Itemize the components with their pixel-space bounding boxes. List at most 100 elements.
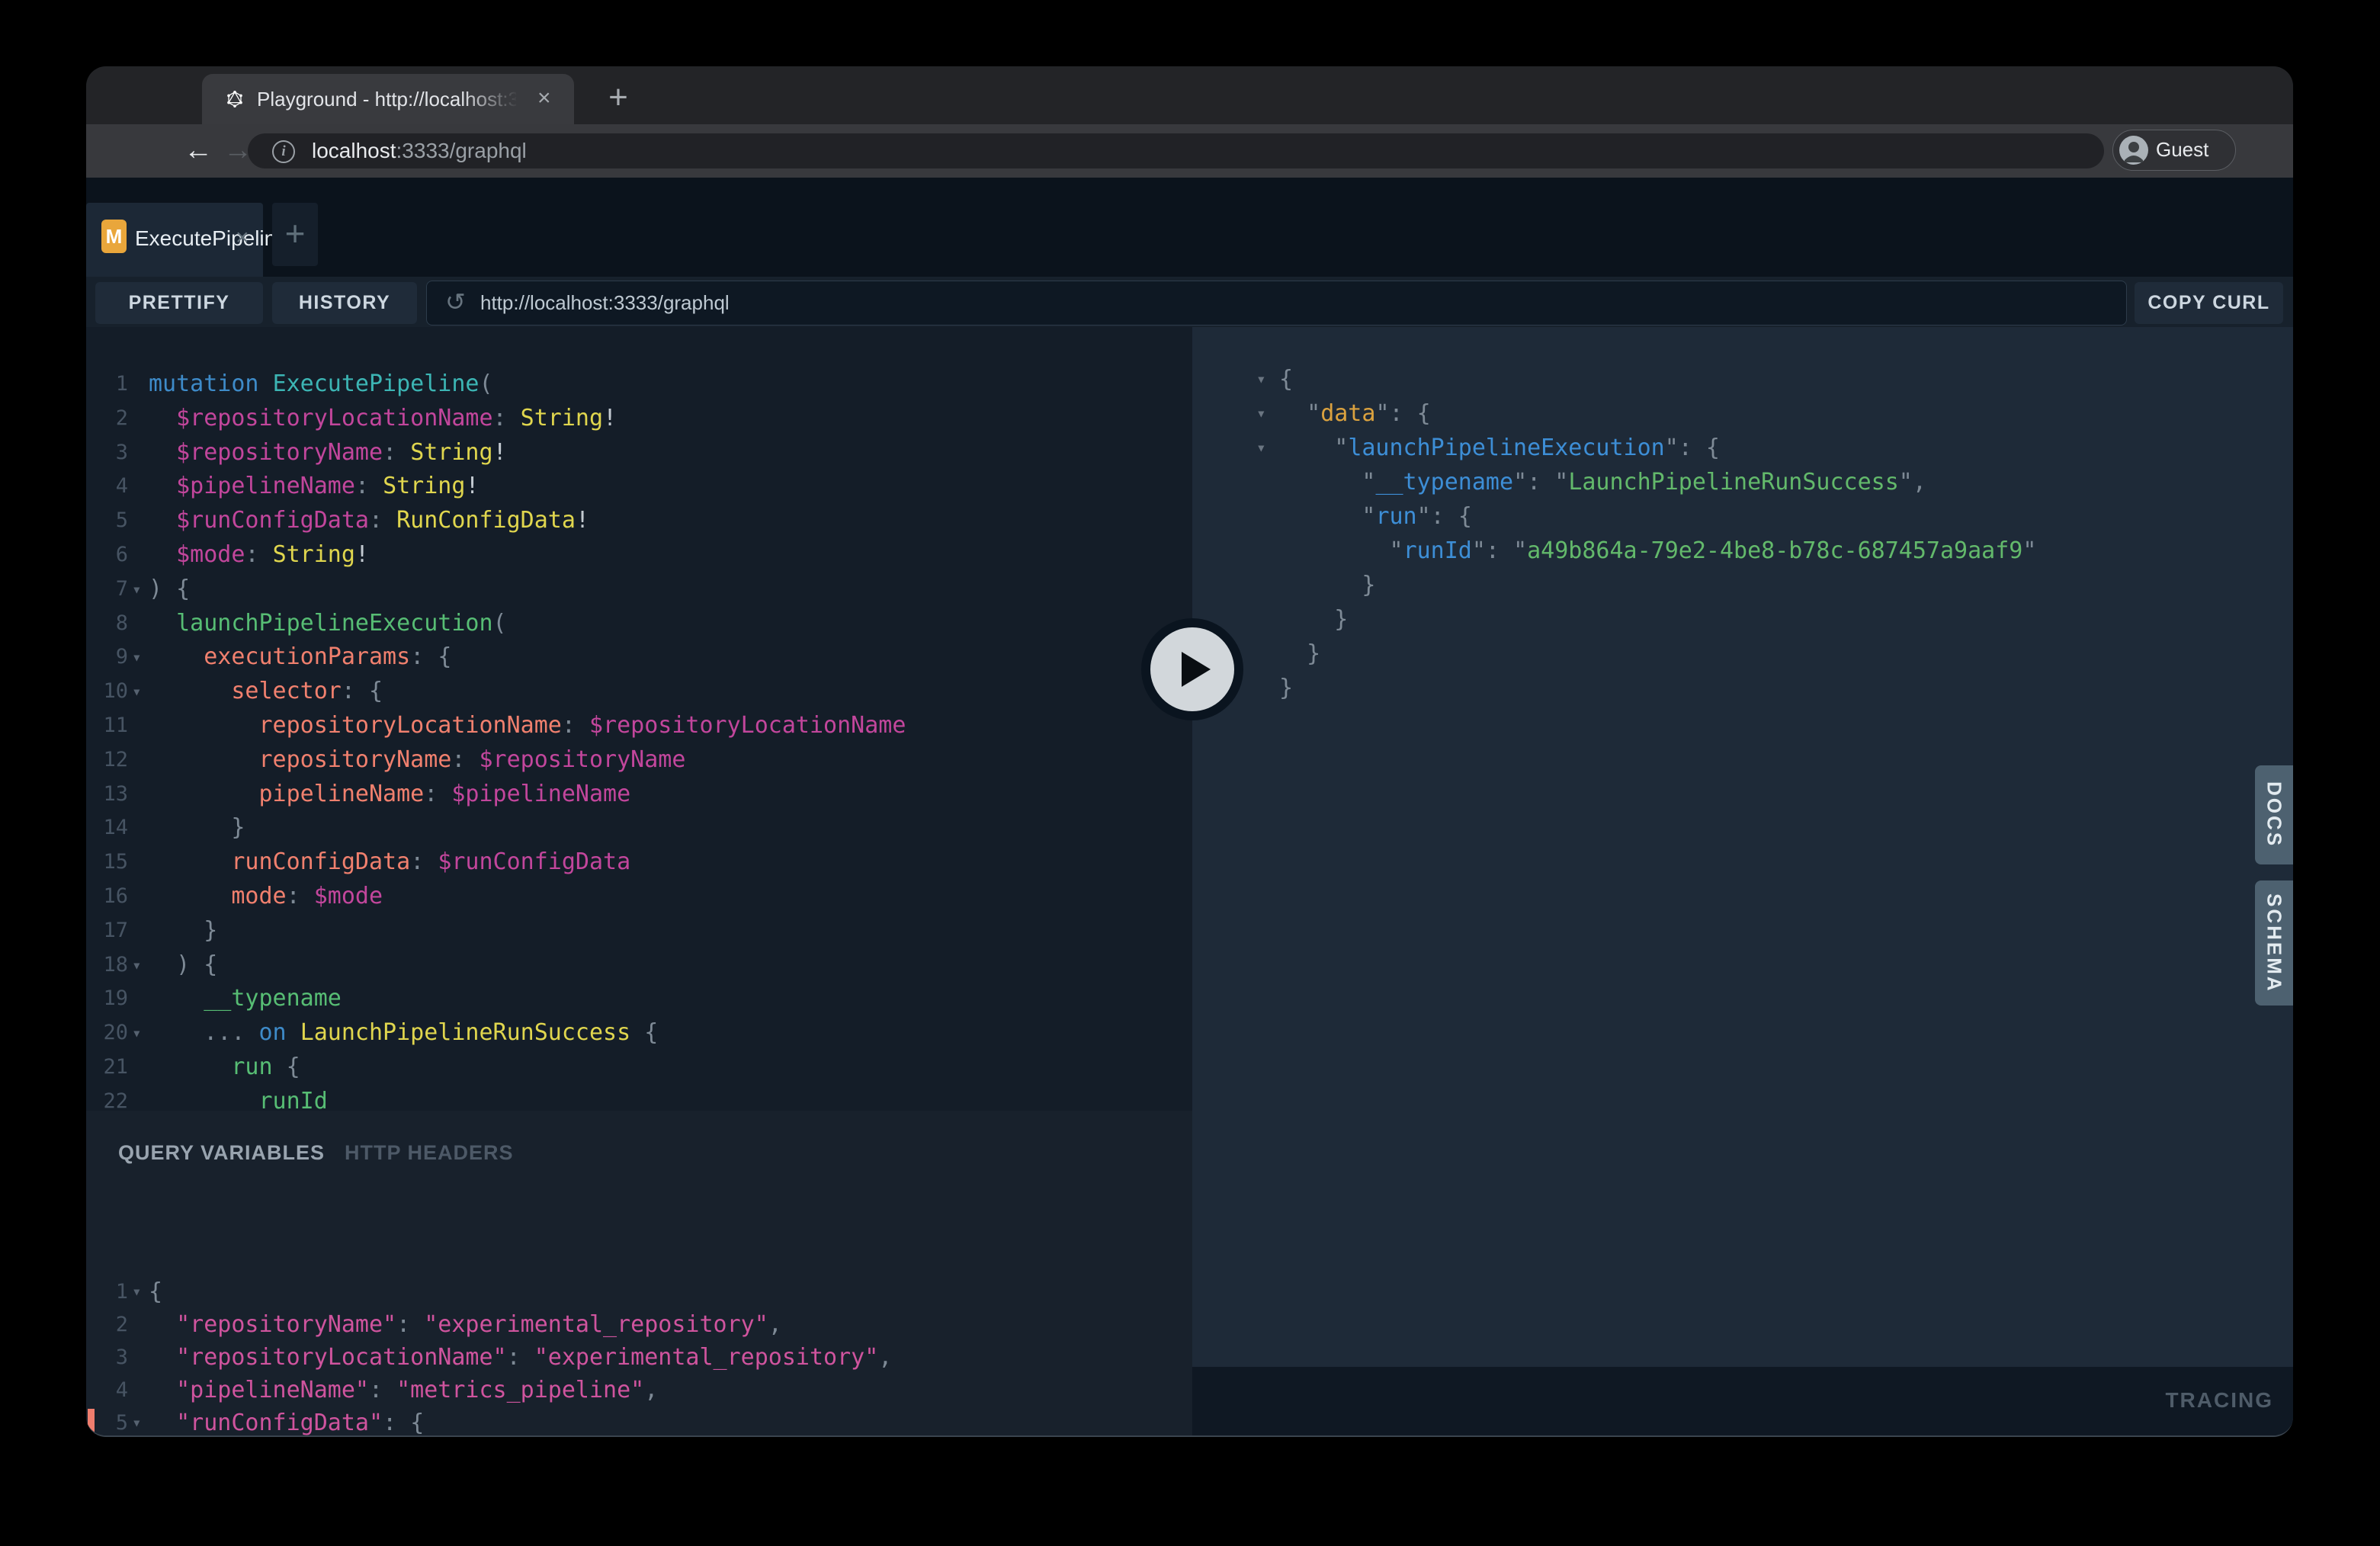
browser-toolbar: ← → ↻ i localhost:3333/graphql Guest xyxy=(86,124,2293,178)
code-token: runId xyxy=(259,1088,328,1111)
code-token: : xyxy=(451,746,465,773)
code-line: 19 __typename xyxy=(86,982,1192,1016)
code-token xyxy=(383,1377,396,1403)
code-token: , xyxy=(644,1377,658,1403)
code-line: 4 $pipelineName: String! xyxy=(86,470,1192,504)
response-viewer[interactable]: ▾{▾ "data": {▾ "launchPipelineExecution"… xyxy=(1192,327,2293,1367)
tab-close-icon[interactable]: × xyxy=(537,74,551,124)
schema-tab[interactable]: SCHEMA xyxy=(2255,880,2293,1006)
back-icon[interactable]: ← xyxy=(184,124,213,178)
new-session-button[interactable]: + xyxy=(272,203,318,266)
browser-tab-strip: Playground - http://localhost:3 × + xyxy=(86,66,2293,124)
code-token: a49b864a-79e2-4be8-b78c-687457a9aaf9 xyxy=(1527,537,2022,564)
playground-toolbar: PRETTIFY HISTORY ↺ http://localhost:3333… xyxy=(86,277,2293,327)
code-token: "repositoryName" xyxy=(176,1311,396,1338)
session-close-icon[interactable]: × xyxy=(236,203,249,277)
tracing-toggle[interactable]: TRACING xyxy=(2165,1367,2273,1435)
code-token xyxy=(149,985,204,1012)
copy-curl-button[interactable]: COPY CURL xyxy=(2135,282,2283,324)
code-token: RunConfigData xyxy=(396,507,576,534)
line-number: 21 xyxy=(86,1050,128,1085)
traffic-close-button[interactable] xyxy=(115,82,134,101)
code-line: 13 pipelineName: $pipelineName xyxy=(86,778,1192,812)
line-number: 2 xyxy=(86,402,128,436)
code-token: ) { xyxy=(176,951,217,978)
code-token xyxy=(245,1019,258,1046)
code-token xyxy=(149,439,176,466)
endpoint-reset-icon[interactable]: ↺ xyxy=(445,281,466,325)
execute-button[interactable] xyxy=(1141,618,1243,720)
line-number: 2 xyxy=(86,1308,128,1341)
code-token xyxy=(465,746,479,773)
fold-arrow-icon[interactable]: ▾ xyxy=(132,1016,150,1050)
code-line: } xyxy=(1192,568,2293,602)
fold-arrow-icon[interactable]: ▾ xyxy=(132,1275,150,1308)
site-info-icon[interactable]: i xyxy=(272,140,295,163)
code-line: 2 "repositoryName": "experimental_reposi… xyxy=(86,1308,1192,1341)
traffic-zoom-button[interactable] xyxy=(175,82,194,101)
code-line: "__typename": "LaunchPipelineRunSuccess"… xyxy=(1192,465,2293,499)
code-token xyxy=(273,1054,287,1080)
tab-query-variables[interactable]: QUERY VARIABLES xyxy=(118,1141,325,1165)
fold-arrow-icon[interactable]: ▾ xyxy=(132,640,150,675)
code-token: : xyxy=(507,1344,521,1371)
fold-arrow-icon[interactable]: ▾ xyxy=(132,1406,150,1435)
code-token: $mode xyxy=(176,541,245,568)
browser-tab[interactable]: Playground - http://localhost:3 × xyxy=(202,74,574,124)
code-token: " xyxy=(1334,435,1348,461)
code-token: $repositoryName xyxy=(176,439,383,466)
code-token: "experimental_repository" xyxy=(534,1344,879,1371)
code-token xyxy=(1279,503,1362,530)
profile-chip[interactable]: Guest xyxy=(2112,130,2236,171)
code-token: $pipelineName xyxy=(176,473,355,499)
session-tab-executepipeline[interactable]: M ExecutePipeline × xyxy=(86,203,263,277)
line-number: 17 xyxy=(86,914,128,948)
code-line: } xyxy=(1192,602,2293,637)
code-token: : xyxy=(383,1410,396,1435)
code-line: 2 $repositoryLocationName: String! xyxy=(86,402,1192,436)
code-token xyxy=(149,746,259,773)
code-token xyxy=(521,1344,534,1371)
code-token: executionParams xyxy=(204,643,410,670)
query-editor[interactable]: 1mutation ExecutePipeline(2 $repositoryL… xyxy=(86,327,1192,1111)
code-token: ! xyxy=(465,473,479,499)
code-token xyxy=(149,610,176,637)
code-token xyxy=(1279,537,1390,564)
code-token: on xyxy=(259,1019,287,1046)
variables-editor[interactable]: QUERY VARIABLES HTTP HEADERS 1▾{2 "repos… xyxy=(86,1111,1192,1435)
code-token xyxy=(383,507,396,534)
code-token: $runConfigData xyxy=(438,848,630,875)
fold-arrow-icon[interactable]: ▾ xyxy=(1256,362,1275,396)
code-token: } xyxy=(1279,675,1293,701)
browser-new-tab-button[interactable]: + xyxy=(595,75,641,121)
endpoint-input[interactable]: ↺ http://localhost:3333/graphql xyxy=(426,281,2127,326)
fold-arrow-icon[interactable]: ▾ xyxy=(1256,396,1275,431)
docs-tab[interactable]: DOCS xyxy=(2255,765,2293,864)
history-button[interactable]: HISTORY xyxy=(272,282,417,324)
prettify-button[interactable]: PRETTIFY xyxy=(95,282,263,324)
code-token: " xyxy=(1362,503,1375,530)
code-token xyxy=(396,439,410,466)
fold-arrow-icon[interactable]: ▾ xyxy=(132,573,150,607)
traffic-minimize-button[interactable] xyxy=(144,82,163,101)
screenshot-background: Playground - http://localhost:3 × + ← → … xyxy=(0,0,2380,1546)
fold-arrow-icon[interactable]: ▾ xyxy=(132,675,150,709)
code-token: : xyxy=(410,643,424,670)
line-number: 6 xyxy=(86,538,128,573)
code-token xyxy=(1445,503,1458,530)
code-token xyxy=(576,712,589,739)
code-token: ( xyxy=(493,610,507,637)
fold-arrow-icon[interactable]: ▾ xyxy=(1256,431,1275,465)
code-token xyxy=(1279,640,1307,667)
code-token xyxy=(149,507,176,534)
fold-arrow-icon[interactable]: ▾ xyxy=(132,948,150,983)
code-token xyxy=(149,1344,176,1371)
code-token: ExecutePipeline xyxy=(273,370,480,397)
code-token xyxy=(1279,469,1362,496)
code-token xyxy=(300,883,314,909)
code-token xyxy=(1279,572,1362,598)
code-line: "run": { xyxy=(1192,499,2293,534)
tab-http-headers[interactable]: HTTP HEADERS xyxy=(345,1141,514,1165)
address-bar[interactable]: i localhost:3333/graphql xyxy=(248,133,2104,168)
code-token xyxy=(1279,606,1334,633)
